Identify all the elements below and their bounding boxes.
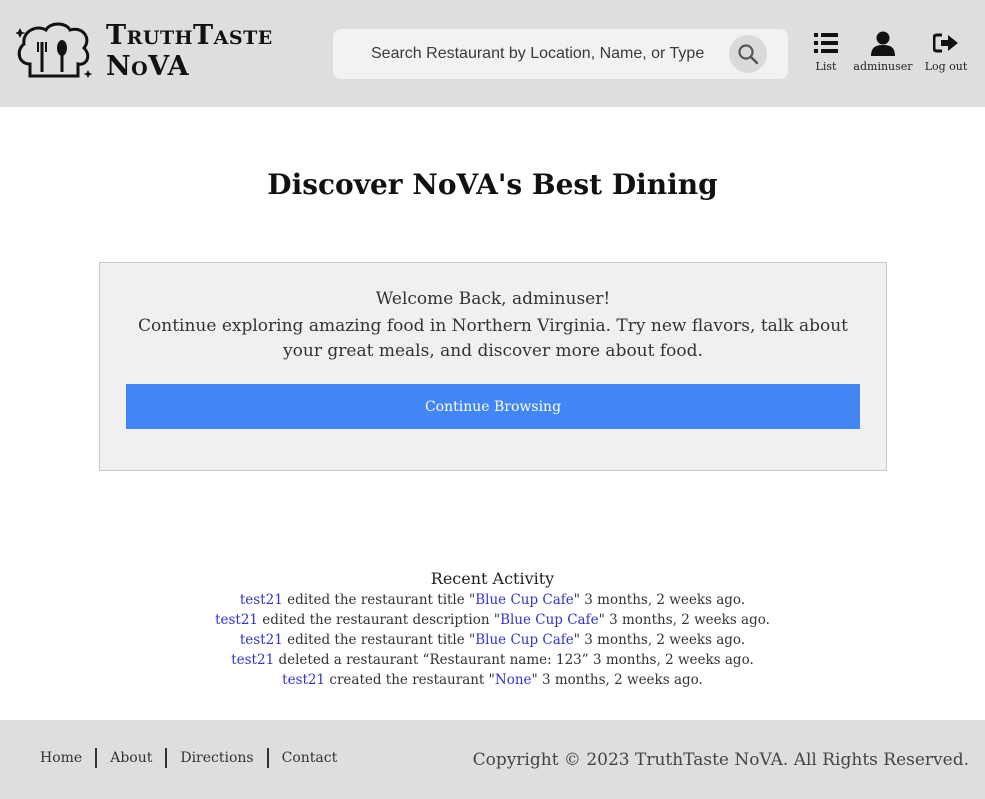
welcome-greeting: Welcome Back, adminuser! bbox=[375, 289, 611, 309]
welcome-text: Continue exploring amazing food in North… bbox=[138, 316, 848, 361]
copyright-text: Copyright © 2023 TruthTaste NoVA. All Ri… bbox=[472, 750, 969, 770]
nav-logout[interactable]: Log out bbox=[922, 30, 970, 73]
activity-list: test21 edited the restaurant title "Blue… bbox=[0, 590, 985, 690]
footer-link-contact[interactable]: Contact bbox=[282, 750, 338, 766]
site-footer: Home About Directions Contact Copyright … bbox=[0, 720, 985, 799]
activity-target-link[interactable]: Blue Cup Cafe bbox=[475, 632, 574, 648]
site-header: TruthTaste NoVA List bbox=[0, 0, 985, 107]
page-title: Discover NoVA's Best Dining bbox=[267, 168, 718, 201]
footer-link-directions[interactable]: Directions bbox=[180, 750, 253, 766]
nav-user-label: adminuser bbox=[853, 60, 913, 73]
search-button[interactable] bbox=[729, 35, 767, 73]
activity-item: test21 edited the restaurant description… bbox=[0, 610, 985, 630]
footer-link-home[interactable]: Home bbox=[40, 750, 82, 766]
continue-browsing-button[interactable]: Continue Browsing bbox=[126, 384, 860, 429]
search-bar bbox=[333, 29, 788, 79]
logout-icon bbox=[922, 30, 970, 60]
activity-suffix: " 3 months, 2 weeks ago. bbox=[598, 612, 770, 628]
brand-line2: NoVA bbox=[106, 51, 190, 82]
footer-link-about[interactable]: About bbox=[110, 750, 152, 766]
list-icon bbox=[806, 30, 846, 60]
activity-action: deleted a restaurant “Restaurant name: 1… bbox=[274, 652, 754, 668]
search-icon bbox=[738, 44, 759, 65]
activity-suffix: " 3 months, 2 weeks ago. bbox=[573, 592, 746, 608]
activity-item: test21 edited the restaurant title "Blue… bbox=[0, 590, 985, 610]
activity-target-link[interactable]: Blue Cup Cafe bbox=[475, 592, 574, 608]
activity-item: test21 edited the restaurant title "Blue… bbox=[0, 630, 985, 650]
activity-action: edited the restaurant description " bbox=[258, 612, 501, 628]
user-icon bbox=[853, 30, 913, 60]
chef-hat-logo-icon[interactable] bbox=[16, 20, 92, 82]
footer-nav: Home About Directions Contact bbox=[40, 748, 337, 768]
activity-user-link[interactable]: test21 bbox=[240, 632, 283, 648]
brand-title[interactable]: TruthTaste NoVA bbox=[106, 20, 273, 82]
nav-list-label: List bbox=[815, 60, 837, 73]
nav-list[interactable]: List bbox=[806, 30, 846, 73]
welcome-card: Welcome Back, adminuser! Continue explor… bbox=[99, 262, 887, 471]
activity-user-link[interactable]: test21 bbox=[282, 672, 325, 688]
activity-action: created the restaurant " bbox=[325, 672, 495, 688]
activity-item: test21 deleted a restaurant “Restaurant … bbox=[0, 650, 985, 670]
activity-action: edited the restaurant title " bbox=[282, 632, 476, 648]
activity-target-link[interactable]: Blue Cup Cafe bbox=[500, 612, 599, 628]
activity-target-link[interactable]: None bbox=[495, 672, 532, 688]
footer-divider bbox=[95, 748, 98, 768]
activity-suffix: " 3 months, 2 weeks ago. bbox=[573, 632, 746, 648]
search-input[interactable] bbox=[371, 40, 711, 68]
nav-user[interactable]: adminuser bbox=[853, 30, 913, 73]
brand-line1: TruthTaste bbox=[106, 20, 273, 51]
activity-user-link[interactable]: test21 bbox=[240, 592, 283, 608]
activity-suffix: " 3 months, 2 weeks ago. bbox=[531, 672, 703, 688]
recent-activity-title: Recent Activity bbox=[430, 569, 555, 588]
footer-divider bbox=[165, 748, 168, 768]
activity-user-link[interactable]: test21 bbox=[215, 612, 258, 628]
nav-logout-label: Log out bbox=[924, 60, 968, 73]
activity-user-link[interactable]: test21 bbox=[231, 652, 274, 668]
footer-divider bbox=[266, 748, 269, 768]
activity-item: test21 created the restaurant "None" 3 m… bbox=[0, 670, 985, 690]
activity-action: edited the restaurant title " bbox=[282, 592, 476, 608]
